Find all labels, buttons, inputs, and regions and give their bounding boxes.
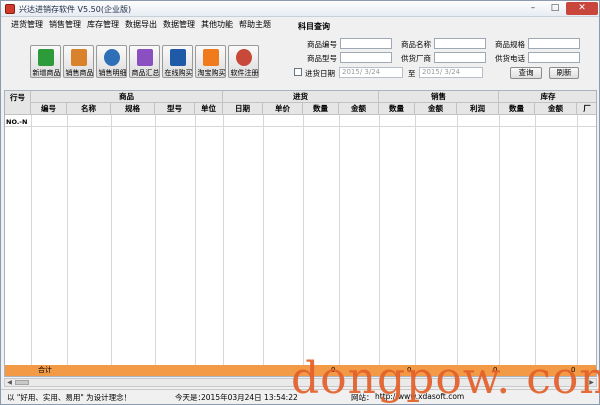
grid-line bbox=[535, 115, 536, 365]
data-grid[interactable]: 行号 商品 进货 销售 库存 编号 名称 规格 型号 单位 日期 单价 数量 金… bbox=[4, 90, 597, 377]
column-header[interactable]: 规格 bbox=[111, 103, 155, 115]
menu-purchase[interactable]: 进货管理 bbox=[11, 19, 43, 30]
date-separator: 至 bbox=[408, 69, 416, 78]
main-window: 兴达进销存软件 V5.50(企业版) – □ ✕ 进货管理 销售管理 库存管理 … bbox=[0, 0, 600, 405]
menu-data[interactable]: 数据管理 bbox=[163, 19, 195, 30]
grid-line bbox=[499, 115, 500, 365]
column-header[interactable]: 单位 bbox=[195, 103, 223, 115]
s-logo-icon bbox=[170, 49, 186, 66]
title-bar: 兴达进销存软件 V5.50(企业版) – □ ✕ bbox=[1, 1, 599, 17]
date-from-picker[interactable]: 2015/ 3/24 bbox=[339, 67, 403, 78]
group-stock-header: 库存 bbox=[499, 91, 596, 103]
row-number-header: 行号 bbox=[5, 91, 31, 115]
taobao-icon bbox=[203, 49, 219, 66]
buy-online-label: 在线购买 bbox=[164, 69, 193, 77]
register-label: 软件注册 bbox=[230, 69, 259, 77]
date-to-picker[interactable]: 2015/ 3/24 bbox=[419, 67, 483, 78]
column-header[interactable]: 日期 bbox=[223, 103, 263, 115]
column-header[interactable]: 数量 bbox=[379, 103, 415, 115]
product-model-input[interactable] bbox=[340, 52, 392, 63]
grid-line bbox=[111, 115, 112, 365]
menu-export[interactable]: 数据导出 bbox=[125, 19, 157, 30]
taobao-buy-label: 淘宝购买 bbox=[197, 69, 226, 77]
field-label-model: 商品型号 bbox=[307, 54, 337, 63]
grid-line bbox=[303, 115, 304, 365]
column-header[interactable]: 金额 bbox=[339, 103, 379, 115]
menu-help[interactable]: 帮助主题 bbox=[239, 19, 271, 30]
field-label-code: 商品编号 bbox=[307, 40, 337, 49]
group-product-header: 商品 bbox=[31, 91, 223, 103]
grid-line bbox=[339, 115, 340, 365]
sales-detail-label: 销售明细 bbox=[98, 69, 127, 77]
date-checkbox[interactable] bbox=[294, 68, 302, 76]
field-label-supplier: 供货厂商 bbox=[401, 54, 431, 63]
taobao-buy-button[interactable]: 淘宝购买 bbox=[195, 45, 226, 78]
cd-icon bbox=[236, 49, 252, 66]
menu-other[interactable]: 其他功能 bbox=[201, 19, 233, 30]
add-product-button[interactable]: 新增商品 bbox=[30, 45, 61, 78]
green-sheet-icon bbox=[38, 49, 54, 66]
grid-line bbox=[195, 115, 196, 365]
grid-line bbox=[457, 115, 458, 365]
field-label-spec: 商品规格 bbox=[495, 40, 525, 49]
scroll-left-icon[interactable]: ◀ bbox=[5, 379, 14, 386]
add-product-label: 新增商品 bbox=[32, 69, 61, 77]
grid-line bbox=[31, 115, 32, 365]
column-header[interactable]: 名称 bbox=[67, 103, 111, 115]
group-purchase-header: 进货 bbox=[223, 91, 379, 103]
column-header[interactable]: 数量 bbox=[303, 103, 339, 115]
search-button[interactable]: 查询 bbox=[510, 67, 542, 79]
sales-detail-button[interactable]: 销售明细 bbox=[96, 45, 127, 78]
column-header[interactable]: 单价 bbox=[263, 103, 303, 115]
globe-icon bbox=[104, 49, 120, 66]
grid-line bbox=[263, 115, 264, 365]
column-header[interactable]: 金额 bbox=[535, 103, 577, 115]
column-header[interactable]: 数量 bbox=[499, 103, 535, 115]
product-code-input[interactable] bbox=[340, 38, 392, 49]
supplier-phone-input[interactable] bbox=[528, 52, 580, 63]
grid-line bbox=[379, 115, 380, 365]
scroll-thumb[interactable] bbox=[15, 380, 29, 385]
menu-inventory[interactable]: 库存管理 bbox=[87, 19, 119, 30]
buy-online-button[interactable]: 在线购买 bbox=[162, 45, 193, 78]
register-button[interactable]: 软件注册 bbox=[228, 45, 259, 78]
product-name-input[interactable] bbox=[434, 38, 486, 49]
column-header[interactable]: 利润 bbox=[457, 103, 499, 115]
close-button[interactable]: ✕ bbox=[566, 2, 598, 15]
column-header[interactable]: 型号 bbox=[155, 103, 195, 115]
boxes-icon bbox=[71, 49, 87, 66]
sell-product-label: 销售商品 bbox=[65, 69, 94, 77]
supplier-input[interactable] bbox=[434, 52, 486, 63]
field-label-phone: 供货电话 bbox=[495, 54, 525, 63]
menu-sales[interactable]: 销售管理 bbox=[49, 19, 81, 30]
field-label-name: 商品名称 bbox=[401, 40, 431, 49]
date-checkbox-label: 进货日期 bbox=[305, 69, 335, 78]
product-spec-input[interactable] bbox=[528, 38, 580, 49]
total-label: 合计 bbox=[38, 366, 52, 374]
window-title: 兴达进销存软件 V5.50(企业版) bbox=[19, 5, 132, 14]
refresh-button[interactable]: 刷新 bbox=[549, 67, 579, 79]
grid-line bbox=[67, 115, 68, 365]
query-title: 科目查询 bbox=[298, 22, 330, 31]
group-sales-header: 销售 bbox=[379, 91, 499, 103]
today-value: 2015年03月24日 13:54:22 bbox=[201, 393, 298, 402]
grid-line bbox=[155, 115, 156, 365]
product-summary-button[interactable]: 商品汇总 bbox=[129, 45, 160, 78]
product-summary-label: 商品汇总 bbox=[131, 69, 160, 77]
column-header[interactable]: 金额 bbox=[415, 103, 457, 115]
column-header[interactable]: 编号 bbox=[31, 103, 67, 115]
grid-line bbox=[223, 115, 224, 365]
cubes-icon bbox=[137, 49, 153, 66]
grid-line bbox=[577, 115, 578, 365]
sell-product-button[interactable]: 销售商品 bbox=[63, 45, 94, 78]
column-header[interactable]: 厂 bbox=[577, 103, 596, 115]
watermark-text: dongpow. com bbox=[291, 353, 600, 404]
app-icon bbox=[5, 4, 15, 14]
grid-line bbox=[5, 126, 596, 127]
minimize-button[interactable]: – bbox=[522, 2, 544, 15]
grid-line bbox=[415, 115, 416, 365]
slogan-text: 以 "好用、实用、易用" 为设计理念！ bbox=[7, 393, 132, 402]
maximize-button[interactable]: □ bbox=[544, 2, 566, 15]
first-row-label: NO.-N bbox=[6, 118, 28, 126]
